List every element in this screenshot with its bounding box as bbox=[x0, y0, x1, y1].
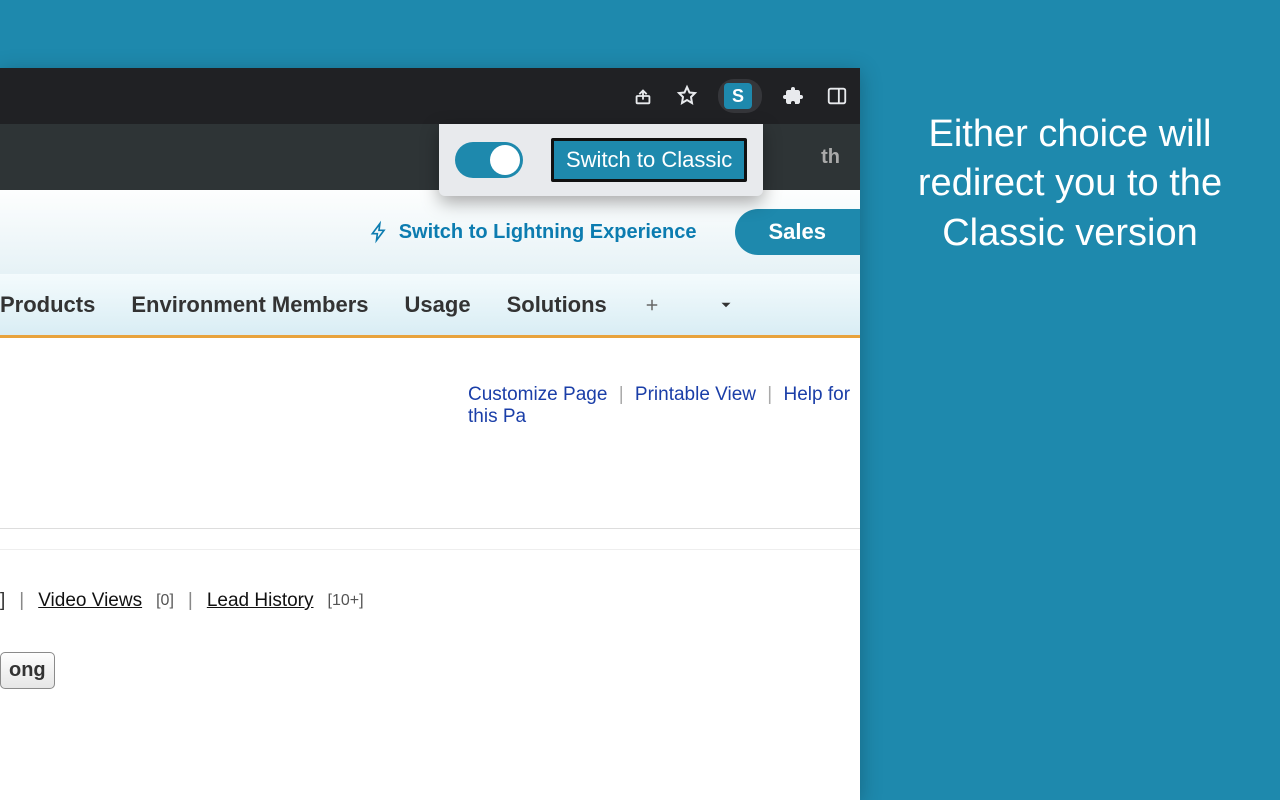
extension-badge-icon: S bbox=[724, 83, 752, 109]
tab-products[interactable]: Products bbox=[0, 292, 95, 318]
subheader: Switch to Lightning Experience Sales bbox=[0, 190, 860, 274]
fragment-text: ] bbox=[0, 590, 5, 612]
bookmark-star-icon[interactable] bbox=[674, 83, 700, 109]
separator: | bbox=[767, 384, 772, 405]
extensions-puzzle-icon[interactable] bbox=[780, 83, 806, 109]
sidepanel-icon[interactable] bbox=[824, 83, 850, 109]
toggle-knob bbox=[490, 145, 520, 175]
browser-toolbar: S bbox=[0, 68, 860, 124]
annotation-caption: Either choice will redirect you to the C… bbox=[900, 110, 1240, 258]
switch-lightning-link[interactable]: Switch to Lightning Experience bbox=[369, 220, 697, 244]
tab-menu-caret-icon[interactable] bbox=[717, 296, 735, 314]
customize-page-link[interactable]: Customize Page bbox=[468, 384, 607, 405]
nav-tabs: Products Environment Members Usage Solut… bbox=[0, 274, 860, 338]
partial-button[interactable]: ong bbox=[0, 652, 55, 689]
divider bbox=[0, 549, 860, 550]
extension-popup: Switch to Classic bbox=[439, 124, 763, 196]
lead-history-link[interactable]: Lead History bbox=[207, 590, 314, 612]
separator: | bbox=[188, 590, 193, 612]
related-lists-row: ] | Video Views [0] | Lead History [10+] bbox=[0, 590, 860, 612]
lead-history-count: [10+] bbox=[328, 592, 364, 610]
tab-solutions[interactable]: Solutions bbox=[507, 292, 607, 318]
browser-window: S th Switch to Lightning Experience Sale… bbox=[0, 68, 860, 800]
switch-to-classic-button[interactable]: Switch to Classic bbox=[551, 138, 747, 182]
content-area: Customize Page | Printable View | Help f… bbox=[0, 338, 860, 689]
video-views-link[interactable]: Video Views bbox=[38, 590, 142, 612]
extension-toggle[interactable] bbox=[455, 142, 523, 178]
separator: | bbox=[619, 384, 624, 405]
separator: | bbox=[19, 590, 24, 612]
header-fragment-text: th bbox=[821, 146, 840, 169]
tab-environment-members[interactable]: Environment Members bbox=[131, 292, 368, 318]
tab-usage[interactable]: Usage bbox=[405, 292, 471, 318]
extension-pill[interactable]: S bbox=[718, 79, 762, 113]
switch-lightning-label: Switch to Lightning Experience bbox=[399, 221, 697, 244]
app-name-pill[interactable]: Sales bbox=[735, 209, 861, 255]
add-tab-icon[interactable] bbox=[643, 296, 661, 314]
page-action-links: Customize Page | Printable View | Help f… bbox=[0, 384, 860, 428]
divider bbox=[0, 528, 860, 529]
share-icon[interactable] bbox=[630, 83, 656, 109]
video-views-count: [0] bbox=[156, 592, 174, 610]
printable-view-link[interactable]: Printable View bbox=[635, 384, 756, 405]
lightning-bolt-icon bbox=[369, 220, 389, 244]
